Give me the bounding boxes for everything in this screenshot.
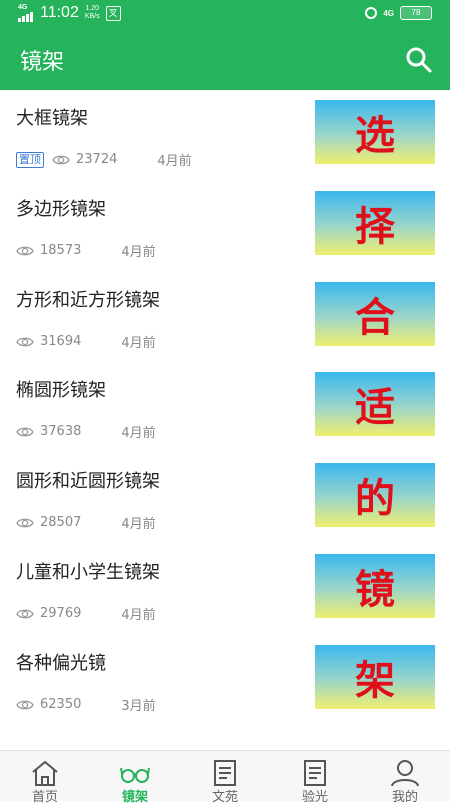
bottom-nav: 首页 镜架 文苑 验光 我的 — [0, 750, 450, 805]
nav-label: 验光 — [301, 790, 328, 805]
view-count: 29769 — [40, 606, 82, 621]
list-item[interactable]: 多边形镜架 18573 4月前 择 — [0, 181, 450, 271]
network-type: 4G — [18, 4, 28, 11]
item-meta: 29769 4月前 — [16, 604, 156, 623]
view-count: 62350 — [40, 697, 82, 712]
view-count: 37638 — [40, 424, 82, 439]
list-item[interactable]: 圆形和近圆形镜架 28507 4月前 的 — [0, 453, 450, 543]
glasses-icon — [120, 767, 150, 783]
thumbnail-char: 镜 — [355, 566, 395, 613]
nav-item-profile[interactable]: 我的 — [360, 751, 450, 805]
item-meta: 28507 4月前 — [16, 513, 156, 532]
item-meta: 37638 4月前 — [16, 422, 156, 441]
item-title: 大框镜架 — [16, 108, 88, 129]
app-notification-icon: 叉 — [105, 5, 121, 21]
page-title: 镜架 — [20, 50, 65, 75]
item-thumbnail: 镜 — [315, 554, 435, 618]
network-speed: 1.20 KB/s — [84, 5, 100, 20]
user-icon — [391, 760, 419, 787]
document-icon — [214, 760, 236, 786]
post-time: 4月前 — [121, 426, 156, 441]
list-item[interactable]: 儿童和小学生镜架 29769 4月前 镜 — [0, 544, 450, 634]
item-thumbnail: 的 — [315, 463, 435, 527]
post-time: 3月前 — [121, 699, 156, 714]
view-count: 18573 — [40, 243, 82, 258]
post-time: 4月前 — [121, 245, 156, 260]
alarm-icon — [365, 7, 378, 19]
nav-label: 文苑 — [211, 790, 238, 805]
item-meta: 置顶 23724 4月前 — [16, 150, 192, 169]
list-item[interactable]: 椭圆形镜架 37638 4月前 适 — [0, 362, 450, 452]
item-thumbnail: 合 — [315, 282, 435, 346]
eye-icon — [16, 518, 34, 527]
search-button[interactable] — [404, 45, 434, 75]
nav-item-optometry[interactable]: 验光 — [270, 751, 360, 805]
item-thumbnail: 择 — [315, 191, 435, 255]
item-meta: 31694 4月前 — [16, 332, 156, 351]
document-icon — [304, 760, 326, 786]
item-thumbnail: 架 — [315, 645, 435, 709]
thumbnail-char: 合 — [355, 294, 395, 341]
nav-label: 我的 — [391, 790, 418, 805]
signal-icon: 4G — [18, 4, 36, 22]
eye-icon — [52, 155, 70, 164]
nav-item-frames[interactable]: 镜架 — [90, 751, 180, 805]
thumbnail-char: 适 — [355, 384, 395, 431]
view-count: 31694 — [40, 334, 82, 349]
item-title: 圆形和近圆形镜架 — [16, 471, 160, 492]
item-title: 方形和近方形镜架 — [16, 290, 160, 311]
post-time: 4月前 — [157, 154, 192, 169]
thumbnail-char: 架 — [355, 657, 395, 704]
item-title: 儿童和小学生镜架 — [16, 562, 160, 583]
post-time: 4月前 — [121, 608, 156, 623]
list-item[interactable]: 方形和近方形镜架 31694 4月前 合 — [0, 272, 450, 362]
eye-icon — [16, 609, 34, 618]
nav-label: 镜架 — [121, 790, 148, 805]
post-time: 4月前 — [121, 517, 156, 532]
list-item[interactable]: 大框镜架 置顶 23724 4月前 选 — [0, 90, 450, 180]
thumbnail-char: 选 — [355, 112, 395, 159]
nav-item-home[interactable]: 首页 — [0, 751, 90, 805]
thumbnail-char: 的 — [355, 475, 395, 522]
item-title: 各种偏光镜 — [16, 653, 106, 674]
item-thumbnail: 选 — [315, 100, 435, 164]
search-icon — [406, 47, 432, 73]
thumbnail-char: 择 — [355, 203, 395, 250]
view-count: 28507 — [40, 515, 82, 530]
item-title: 椭圆形镜架 — [16, 380, 106, 401]
view-count: 23724 — [76, 152, 118, 167]
eye-icon — [16, 427, 34, 436]
eye-icon — [16, 337, 34, 346]
status-time: 11:02 — [40, 4, 79, 21]
pinned-badge: 置顶 — [16, 151, 44, 168]
item-meta: 18573 4月前 — [16, 241, 156, 260]
item-title: 多边形镜架 — [16, 199, 106, 220]
item-thumbnail: 适 — [315, 372, 435, 436]
battery-icon: 78 — [400, 6, 432, 20]
article-list: 大框镜架 置顶 23724 4月前 选 多边形镜架 18573 4月前 择 方形… — [0, 90, 450, 750]
status-bar: 4G 11:02 1.20 KB/s 叉 4G 78 — [0, 0, 450, 30]
item-meta: 62350 3月前 — [16, 695, 156, 714]
eye-icon — [16, 700, 34, 709]
home-icon — [32, 761, 58, 786]
list-item[interactable]: 各种偏光镜 62350 3月前 架 — [0, 635, 450, 725]
eye-icon — [16, 246, 34, 255]
network-type-right: 4G — [383, 8, 394, 18]
app-bar: 镜架 — [0, 30, 450, 90]
nav-label: 首页 — [31, 790, 58, 805]
post-time: 4月前 — [121, 336, 156, 351]
nav-item-articles[interactable]: 文苑 — [180, 751, 270, 805]
